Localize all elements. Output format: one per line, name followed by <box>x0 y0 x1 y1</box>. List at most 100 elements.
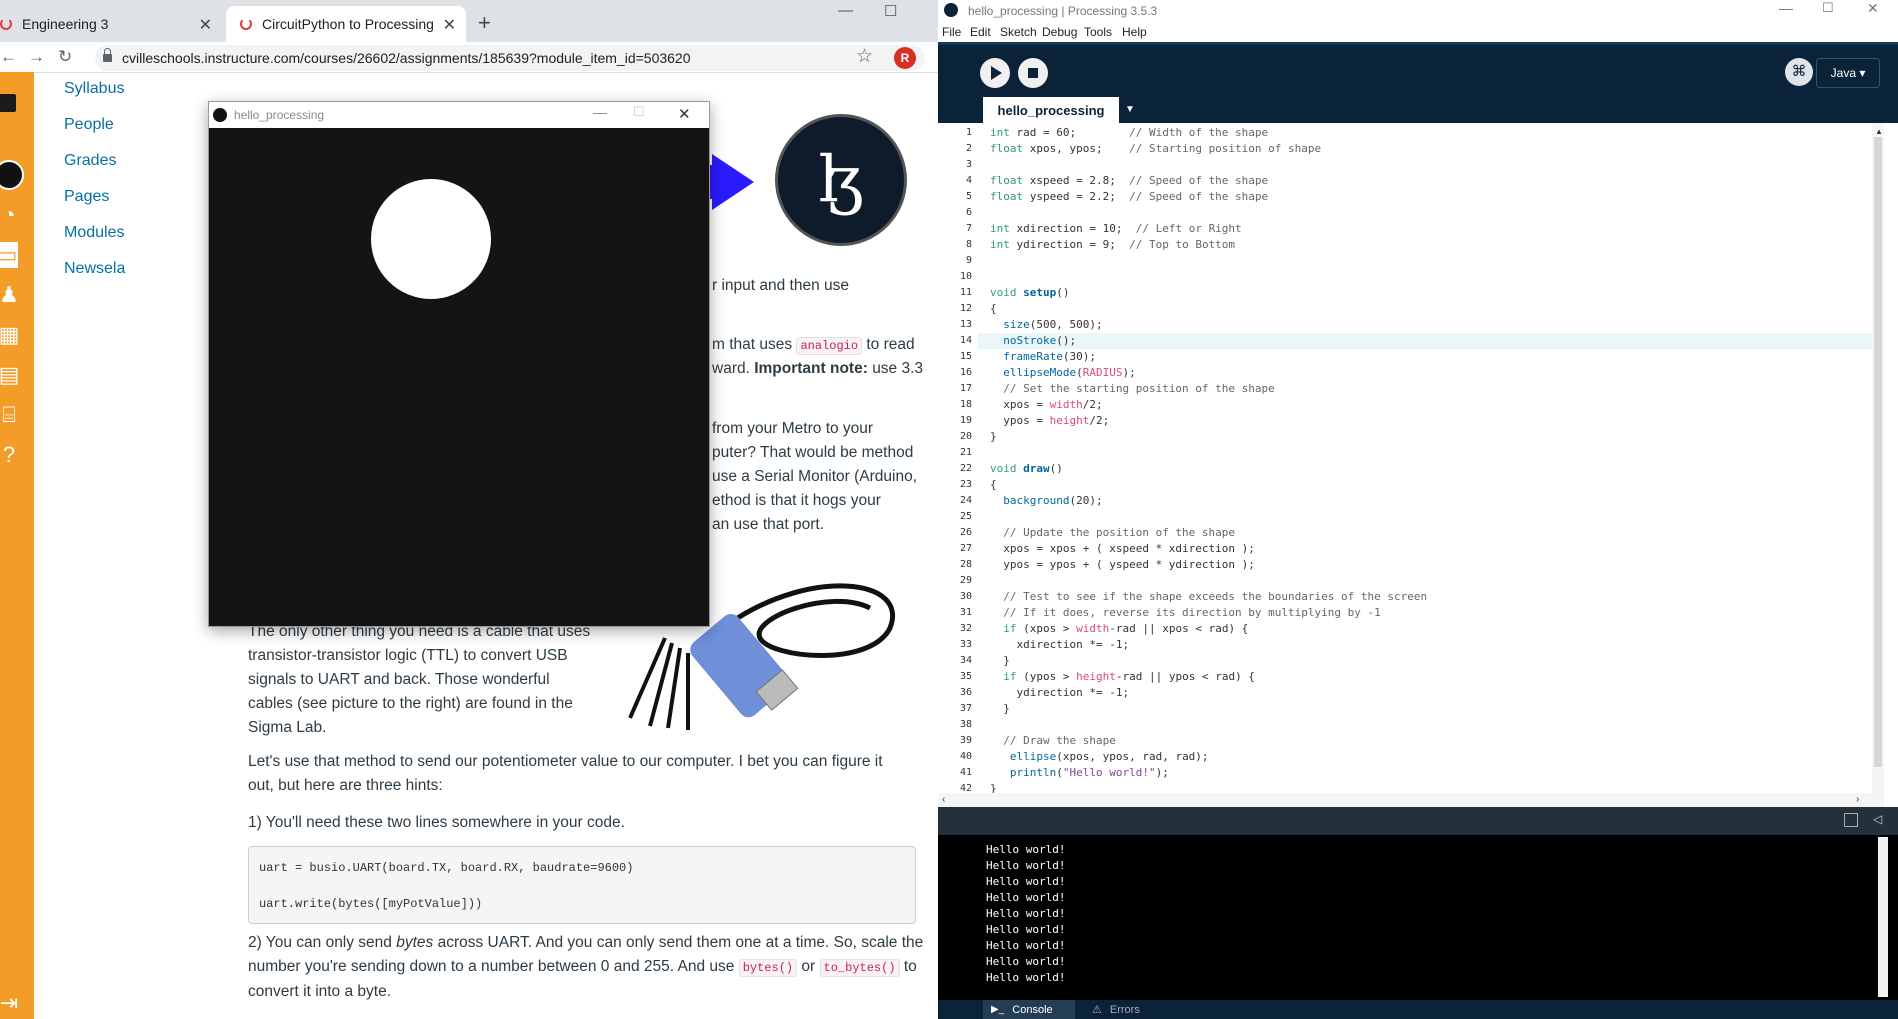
scroll-left-icon[interactable]: ‹ <box>942 794 945 805</box>
console-line: Hello world! <box>986 955 1066 968</box>
console-line: Hello world! <box>986 971 1066 984</box>
menu-file[interactable]: File <box>942 25 961 39</box>
maximize-icon[interactable]: ☐ <box>633 104 645 120</box>
school-logo-icon[interactable] <box>0 94 16 112</box>
console-icon: ▶_ <box>991 1004 1005 1015</box>
arrow-image <box>712 154 754 210</box>
minimize-icon[interactable]: — <box>593 104 607 120</box>
code-editor[interactable]: 123 456 789 10 11 12 13 14 15 16 17 18 19 20 21 … <box>938 123 1898 793</box>
course-nav-modules[interactable]: Modules <box>64 224 124 242</box>
method-paragraph: Let's use that method to send our potent… <box>248 753 883 794</box>
scroll-thumb[interactable] <box>1874 137 1882 767</box>
dashboard-icon[interactable]: ◔ <box>0 202 22 228</box>
sketch-title: hello_processing <box>234 108 325 122</box>
inbox-icon[interactable]: ▤ <box>0 362 22 388</box>
console-line: Hello world! <box>986 875 1066 888</box>
run-button[interactable] <box>980 58 1010 88</box>
help-icon[interactable]: ? <box>0 442 22 468</box>
text-fragment: m that uses analogio to read <box>712 336 915 355</box>
calendar-icon[interactable]: ▦ <box>0 322 22 348</box>
maximize-icon[interactable]: ☐ <box>884 2 897 20</box>
console-output[interactable]: Hello world! Hello world! Hello world! H… <box>938 835 1898 1000</box>
tab-engineering-3[interactable]: Engineering 3 ✕ <box>0 6 222 42</box>
new-tab-button[interactable]: + <box>478 10 491 36</box>
warning-icon: ⚠ <box>1092 1004 1102 1016</box>
url-text: cvilleschools.instructure.com/courses/26… <box>122 50 691 66</box>
browser-window: Engineering 3 ✕ CircuitPython to Process… <box>0 0 938 1019</box>
ide-title-bar: hello_processing | Processing 3.5.3 — ☐ … <box>938 0 1898 22</box>
text-fragment: from your Metro to your <box>712 420 874 437</box>
sketch-title-bar: hello_processing — ☐ ✕ <box>209 102 709 128</box>
scroll-right-icon[interactable]: › <box>1856 794 1859 805</box>
profile-avatar[interactable]: R <box>894 47 916 69</box>
menu-sketch[interactable]: Sketch <box>1000 25 1037 39</box>
back-arrow-icon[interactable]: ← <box>0 47 17 67</box>
play-icon <box>991 66 1002 80</box>
code-line: uart.write(bytes([myPotValue])) <box>259 897 483 911</box>
ide-toolbar: ⌘ Java ▾ <box>938 42 1898 100</box>
text-fragment: r input and then use <box>712 277 850 294</box>
close-tab-icon[interactable]: ✕ <box>199 15 212 35</box>
course-nav-newsela[interactable]: Newsela <box>64 260 125 278</box>
tab-console[interactable]: ▶_ Console <box>983 1000 1075 1019</box>
scroll-up-icon[interactable]: ▲ <box>1875 127 1883 136</box>
close-icon[interactable]: ✕ <box>1867 0 1879 17</box>
commons-icon[interactable]: ⌸ <box>0 402 22 428</box>
hint-2: 2) You can only send bytes across UART. … <box>248 934 924 1000</box>
tab-strip: Engineering 3 ✕ CircuitPython to Process… <box>0 0 938 42</box>
account-icon[interactable] <box>0 160 24 190</box>
console-line: Hello world! <box>986 859 1066 872</box>
text-fragment: puter? That would be method <box>712 444 914 461</box>
minimize-icon[interactable]: — <box>838 2 853 19</box>
maximize-icon[interactable]: ☐ <box>1822 0 1834 16</box>
console-scrollbar[interactable] <box>1878 837 1888 997</box>
forward-arrow-icon[interactable]: → <box>28 47 45 67</box>
tab-hello-processing[interactable]: hello_processing <box>983 97 1119 123</box>
debugger-button[interactable]: ⌘ <box>1785 58 1813 86</box>
collapse-console-icon[interactable]: ◁ <box>1873 812 1882 826</box>
sketch-canvas[interactable] <box>209 128 709 626</box>
tab-title: CircuitPython to Processing <box>262 16 434 32</box>
bookmark-star-icon[interactable]: ☆ <box>856 45 873 68</box>
collapse-nav-icon[interactable]: ⇥ <box>0 990 22 1016</box>
course-nav-syllabus[interactable]: Syllabus <box>64 80 124 98</box>
text-fragment: ethod is that it hogs your <box>712 492 881 509</box>
current-line-highlight <box>978 333 1872 349</box>
text-fragment: an use that port. <box>712 516 825 533</box>
ide-window-title: hello_processing | Processing 3.5.3 <box>968 4 1158 18</box>
menu-edit[interactable]: Edit <box>970 25 991 39</box>
tab-menu-arrow-icon[interactable]: ▼ <box>1120 97 1140 123</box>
tab-circuitpython-to-processing[interactable]: CircuitPython to Processing ✕ <box>226 6 466 42</box>
text-fragment: use a Serial Monitor (Arduino, <box>712 468 918 485</box>
lock-icon <box>103 48 112 62</box>
menu-tools[interactable]: Tools <box>1084 25 1112 39</box>
close-tab-icon[interactable]: ✕ <box>443 15 456 35</box>
processing-logo-icon <box>213 108 227 122</box>
minimize-icon[interactable]: — <box>1779 0 1793 16</box>
console-header-bar: ◁ <box>938 807 1898 835</box>
groups-icon[interactable]: ♟ <box>0 282 22 308</box>
console-line: Hello world! <box>986 939 1066 952</box>
address-bar[interactable]: cvilleschools.instructure.com/courses/26… <box>95 45 925 71</box>
course-nav-people[interactable]: People <box>64 116 114 134</box>
menu-debug[interactable]: Debug <box>1042 25 1077 39</box>
copy-console-icon[interactable] <box>1844 813 1858 827</box>
editor-vertical-scrollbar[interactable]: ▲ <box>1872 123 1884 793</box>
editor-horizontal-scrollbar[interactable]: ‹ › <box>938 793 1884 807</box>
processing-logo-icon <box>944 3 958 17</box>
reload-icon[interactable]: ↻ <box>58 47 72 67</box>
close-icon[interactable]: ✕ <box>678 105 691 123</box>
circuitpython-logo: ɮ <box>775 114 907 246</box>
canvas-favicon-icon <box>0 18 12 30</box>
tab-errors[interactable]: ⚠ Errors <box>1086 1000 1172 1019</box>
line-number-gutter: 123 456 789 10 11 12 13 14 15 16 17 18 19 20 21 … <box>938 123 978 793</box>
tab-title: Engineering 3 <box>22 16 109 32</box>
mode-selector[interactable]: Java ▾ <box>1816 58 1880 88</box>
processing-ide: hello_processing | Processing 3.5.3 — ☐ … <box>938 0 1898 1019</box>
stop-button[interactable] <box>1018 58 1048 88</box>
console-line: Hello world! <box>986 923 1066 936</box>
course-nav-grades[interactable]: Grades <box>64 152 116 170</box>
course-nav-pages[interactable]: Pages <box>64 188 109 206</box>
courses-icon[interactable]: ▭ <box>0 242 18 268</box>
menu-help[interactable]: Help <box>1122 25 1147 39</box>
